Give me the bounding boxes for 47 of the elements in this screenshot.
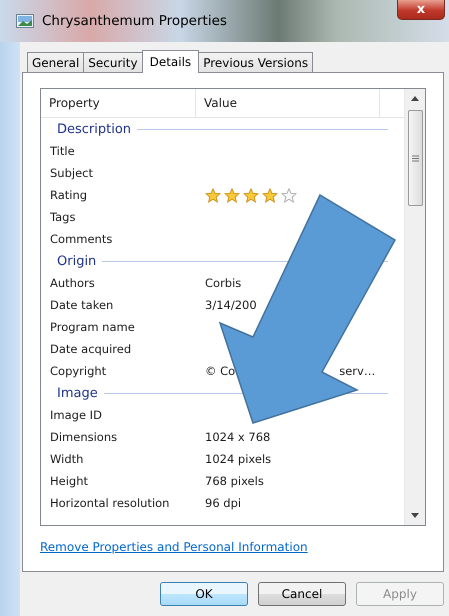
property-name: Date taken	[49, 298, 114, 312]
property-name: Comments	[49, 232, 114, 246]
star-icon[interactable]	[205, 188, 221, 202]
property-value: 96 dpi	[205, 496, 242, 510]
column-header[interactable]: Value	[196, 89, 380, 117]
property-value: Corbis	[205, 276, 242, 290]
property-name: Horizontal resolution	[49, 496, 170, 510]
star-icon[interactable]	[262, 188, 278, 202]
column-header[interactable]: Property	[41, 89, 196, 117]
property-name: Dimensions	[49, 430, 118, 444]
property-name: Subject	[49, 166, 94, 180]
star-icon[interactable]	[224, 188, 240, 202]
scrollbar[interactable]	[404, 89, 425, 525]
image-icon	[16, 14, 34, 28]
property-name: Height	[49, 474, 90, 488]
remove-properties-link[interactable]: Remove Properties and Personal Information	[40, 540, 308, 554]
property-value: 3/14/200	[205, 298, 257, 312]
property-name: Rating	[49, 188, 88, 202]
property-name: Authors	[49, 276, 96, 290]
tab[interactable]: Details	[142, 50, 200, 73]
property-name: Program name	[49, 320, 136, 334]
group-heading: Image	[57, 386, 98, 400]
property-value: 768 pixels	[205, 474, 264, 488]
group-heading: Description	[57, 122, 132, 136]
property-name: Date acquired	[49, 342, 132, 356]
property-value: 1024 x 768	[205, 430, 270, 444]
star-icon[interactable]	[281, 188, 297, 202]
property-name: Title	[49, 144, 76, 158]
property-name: Copyright	[49, 364, 108, 378]
star-icon[interactable]	[243, 188, 259, 202]
property-name: Tags	[49, 210, 76, 224]
close-button[interactable]: x	[397, 0, 445, 20]
scroll-down-icon[interactable]	[411, 513, 419, 518]
property-value: 1024 pixels	[205, 452, 272, 466]
property-name: Image ID	[49, 408, 103, 422]
tab[interactable]: Security	[83, 52, 143, 72]
property-value: © Co	[205, 364, 236, 378]
property-value: serv…	[339, 364, 376, 378]
window-title: Chrysanthemum Properties	[42, 13, 227, 29]
scroll-thumb[interactable]	[408, 110, 422, 206]
tab[interactable]: General	[27, 52, 84, 72]
tab[interactable]: Previous Versions	[198, 52, 314, 72]
dialog-button[interactable]: OK	[160, 582, 248, 606]
group-heading: Origin	[57, 254, 96, 268]
scroll-up-icon[interactable]	[411, 96, 419, 101]
property-name: Width	[49, 452, 84, 466]
dialog-button[interactable]: Cancel	[258, 582, 346, 606]
